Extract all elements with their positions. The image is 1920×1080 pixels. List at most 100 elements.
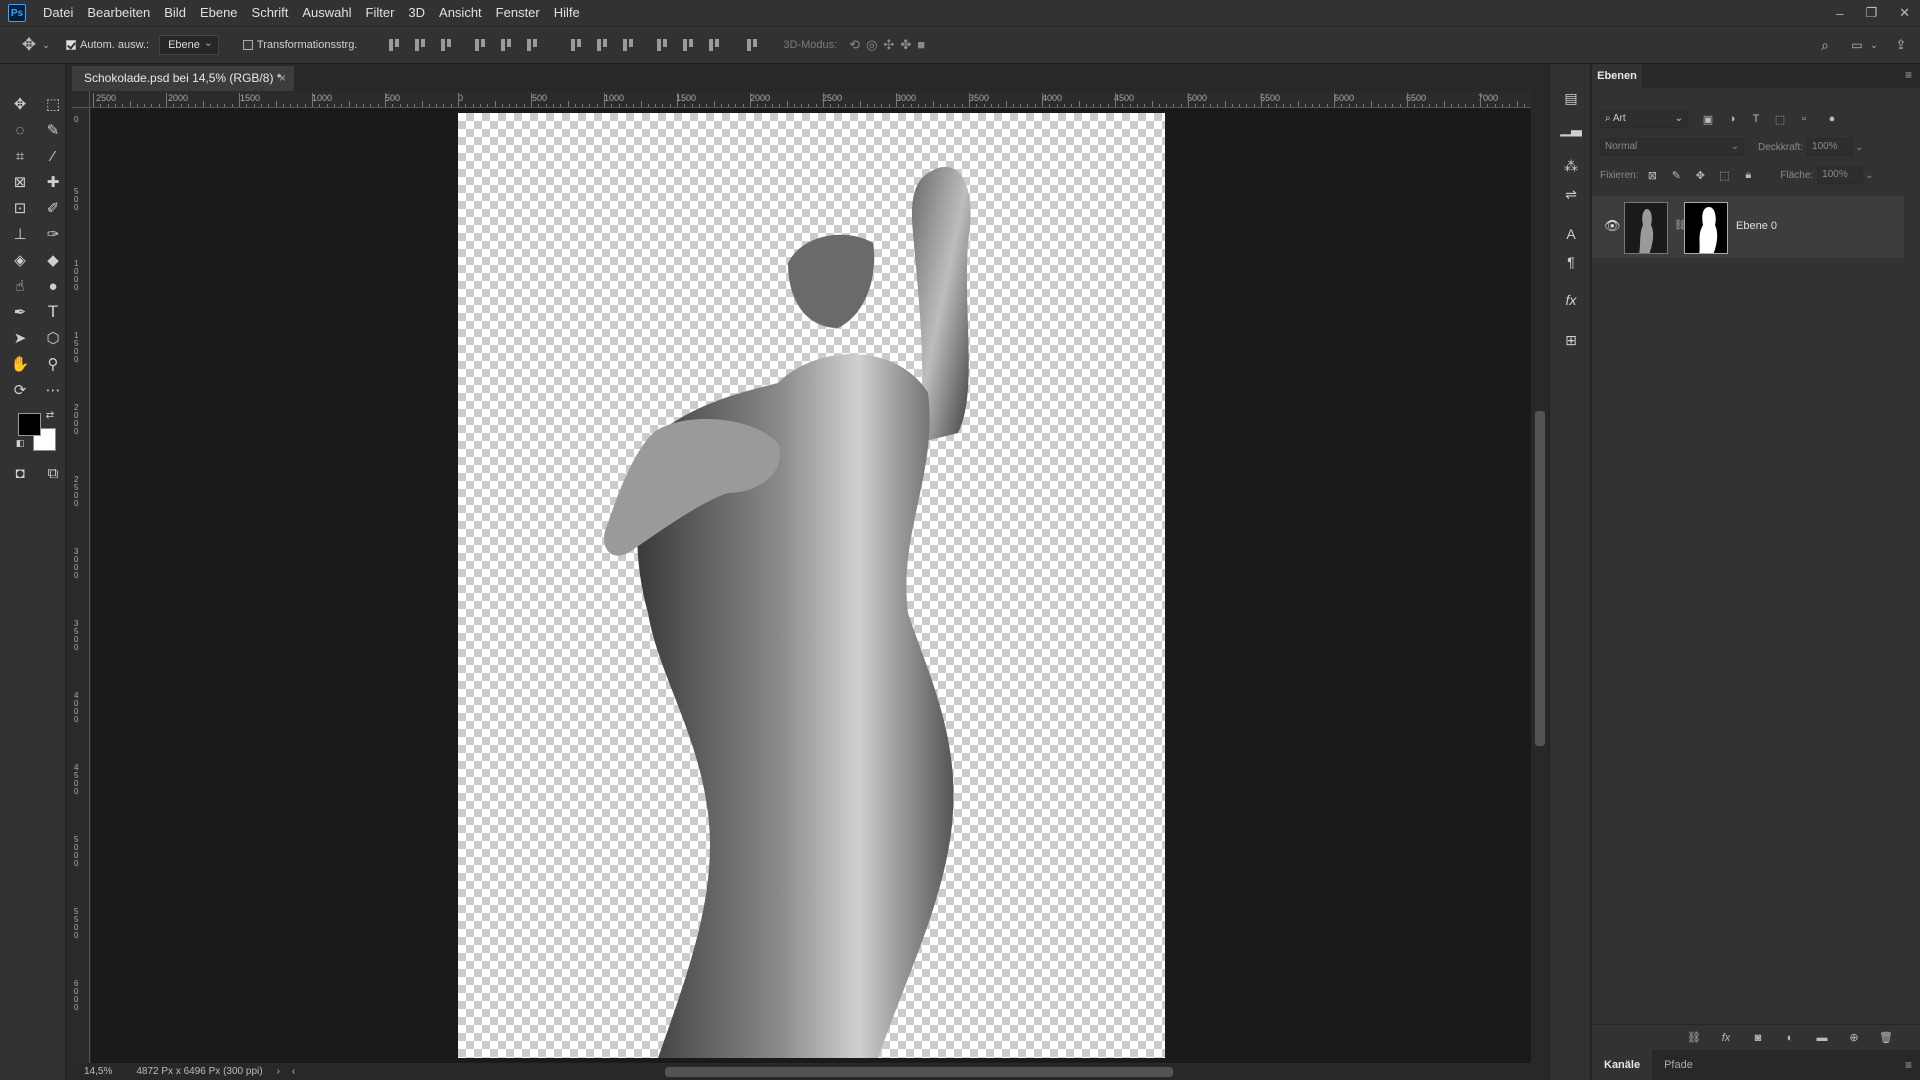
menu-hilfe[interactable]: Hilfe — [547, 0, 587, 26]
character-panel-icon[interactable]: A — [1561, 224, 1581, 244]
ruler-corner[interactable] — [72, 91, 90, 108]
layer-thumbnail[interactable] — [1624, 202, 1668, 254]
rotate-view-icon[interactable]: ⟳ — [7, 378, 33, 402]
pen-tool-icon[interactable]: ✒ — [7, 300, 33, 324]
align-right-icon[interactable] — [525, 38, 539, 52]
opacity-chevron-icon[interactable]: ⌄ — [1855, 142, 1863, 153]
properties-panel-icon[interactable]: ▤ — [1561, 88, 1581, 108]
tab-paths[interactable]: Pfade — [1652, 1050, 1705, 1080]
layer-mask-thumbnail[interactable] — [1684, 202, 1728, 254]
filter-toggle-icon[interactable]: ● — [1824, 111, 1840, 127]
type-tool-icon[interactable]: T — [40, 300, 66, 324]
scroll-left-icon[interactable]: ‹ — [292, 1066, 295, 1077]
restore-icon[interactable]: ❐ — [1865, 5, 1877, 21]
menu-schrift[interactable]: Schrift — [245, 0, 296, 26]
close-tab-icon[interactable]: × — [279, 66, 286, 91]
layer-style-icon[interactable]: fx — [1718, 1030, 1734, 1046]
workspace-chevron-icon[interactable]: ⌄ — [1868, 34, 1880, 56]
foreground-color-swatch-top[interactable] — [18, 413, 41, 436]
history-brush-icon[interactable]: ✑ — [40, 222, 66, 246]
hand-tool-icon[interactable]: ✋ — [7, 352, 33, 376]
menu-datei[interactable]: Datei — [36, 0, 80, 26]
tab-layers[interactable]: Ebenen — [1592, 64, 1642, 88]
tab-channels[interactable]: Kanäle — [1592, 1050, 1653, 1080]
bottom-panel-menu-icon[interactable]: ≡ — [1905, 1058, 1912, 1072]
distribute-hcenter-icon[interactable] — [681, 38, 695, 52]
frame-tool-icon[interactable]: ⊠ — [7, 170, 33, 194]
zoom-level[interactable]: 14,5% — [84, 1066, 112, 1077]
layer-filter-select[interactable]: ⌕ Art ⌄ — [1600, 110, 1688, 128]
quick-mask-icon[interactable]: ◘ — [7, 461, 33, 485]
document-tab[interactable]: Schokolade.psd bei 14,5% (RGB/8) * × — [72, 66, 294, 91]
menu-auswahl[interactable]: Auswahl — [295, 0, 358, 26]
pan-3d-icon[interactable]: ✣ — [883, 37, 894, 53]
distribute-bottom-icon[interactable] — [621, 38, 635, 52]
lock-pixels-icon[interactable]: ✎ — [1668, 167, 1684, 183]
quick-select-tool-icon[interactable]: ✎ — [40, 118, 66, 142]
menu-ansicht[interactable]: Ansicht — [432, 0, 489, 26]
filter-pixel-icon[interactable]: ▣ — [1700, 111, 1716, 127]
swap-colors-icon[interactable]: ⇄ — [44, 409, 56, 421]
vertical-scroll-thumb[interactable] — [1535, 411, 1545, 746]
paragraph-panel-icon[interactable]: ¶ — [1561, 252, 1581, 272]
delete-layer-icon[interactable]: 🗑︎ — [1878, 1030, 1894, 1046]
eraser-tool-icon[interactable]: ◈ — [7, 248, 33, 272]
move-tool-icon[interactable]: ✥ — [7, 92, 33, 116]
move-tool-icon[interactable]: ✥ — [18, 34, 40, 56]
canvas-area[interactable] — [91, 108, 1531, 1063]
roll-3d-icon[interactable]: ◎ — [866, 37, 877, 53]
filter-smartobject-icon[interactable]: ▫ — [1796, 111, 1812, 127]
distribute-left-icon[interactable] — [655, 38, 669, 52]
opacity-input[interactable]: 100% — [1807, 138, 1854, 156]
shape-tool-icon[interactable]: ⬡ — [40, 326, 66, 350]
eyedropper-tool-icon[interactable]: ⁄ — [40, 144, 66, 168]
menu-filter[interactable]: Filter — [359, 0, 402, 26]
menu-fenster[interactable]: Fenster — [489, 0, 547, 26]
ruler-vertical[interactable]: 0 5 0 0 1 0 0 0 1 5 0 0 2 0 0 0 2 5 0 0 … — [72, 108, 90, 1063]
new-adjustment-icon[interactable]: ◐ — [1782, 1030, 1798, 1046]
styles-panel-icon[interactable]: fx — [1561, 290, 1581, 310]
layer-row[interactable]: 👁︎ ⛓︎ Ebene 0 — [1592, 196, 1904, 258]
distribute-top-icon[interactable] — [569, 38, 583, 52]
paint-bucket-icon[interactable]: ◆ — [40, 248, 66, 272]
document-canvas[interactable] — [458, 113, 1165, 1058]
filter-shape-icon[interactable]: ⬚ — [1772, 111, 1788, 127]
align-vcenter-icon[interactable] — [413, 38, 427, 52]
distribute-vcenter-icon[interactable] — [595, 38, 609, 52]
lock-transparent-icon[interactable]: ⊠ — [1644, 167, 1660, 183]
transform-controls-checkbox[interactable]: Transformationsstrg. — [242, 39, 357, 51]
lock-position-icon[interactable]: ✥ — [1692, 167, 1708, 183]
blend-mode-select[interactable]: Normal ⌄ — [1600, 138, 1744, 156]
share-icon[interactable]: ⇪ — [1890, 34, 1912, 56]
screen-mode-icon[interactable]: ⧉ — [40, 461, 66, 485]
lock-all-icon[interactable]: 🔒︎ — [1740, 167, 1756, 183]
histogram-panel-icon[interactable]: ▁▃ — [1560, 118, 1582, 138]
distribute-right-icon[interactable] — [707, 38, 721, 52]
vertical-scrollbar[interactable] — [1531, 91, 1549, 1063]
healing-brush-icon[interactable]: ✚ — [40, 170, 66, 194]
more-tools-icon[interactable]: ⋯ — [40, 378, 66, 402]
dodge-tool-icon[interactable]: ● — [40, 274, 66, 298]
transform-check-icon[interactable] — [242, 40, 253, 50]
new-group-icon[interactable]: ▬ — [1814, 1030, 1830, 1046]
auto-select-checkbox[interactable]: Autom. ausw.: — [66, 39, 149, 51]
horizontal-scroll-thumb[interactable] — [665, 1067, 1173, 1077]
libraries-panel-icon[interactable]: ⊞ — [1561, 330, 1581, 350]
menu-bearbeiten[interactable]: Bearbeiten — [80, 0, 157, 26]
close-window-icon[interactable]: ✕ — [1899, 5, 1910, 21]
slide-3d-icon[interactable]: ✤ — [900, 37, 911, 53]
filter-adjustment-icon[interactable]: ◑ — [1724, 111, 1740, 127]
zoom-tool-icon[interactable]: ⚲ — [40, 352, 66, 376]
panel-menu-icon[interactable]: ≡ — [1905, 68, 1912, 82]
filter-type-icon[interactable]: T — [1748, 111, 1764, 127]
align-hcenter-icon[interactable] — [499, 38, 513, 52]
brushes-panel-icon[interactable]: ⁂ — [1561, 156, 1581, 176]
menu-bild[interactable]: Bild — [157, 0, 193, 26]
lasso-tool-icon[interactable]: ◌ — [7, 118, 33, 142]
workspace-icon[interactable]: ▭ — [1846, 34, 1868, 56]
status-menu-chevron-icon[interactable]: › — [277, 1066, 280, 1077]
align-top-icon[interactable] — [387, 38, 401, 52]
auto-align-icon[interactable] — [745, 38, 759, 52]
auto-select-target-select[interactable]: Ebene — [159, 34, 219, 55]
add-mask-icon[interactable]: ◙ — [1750, 1030, 1766, 1046]
